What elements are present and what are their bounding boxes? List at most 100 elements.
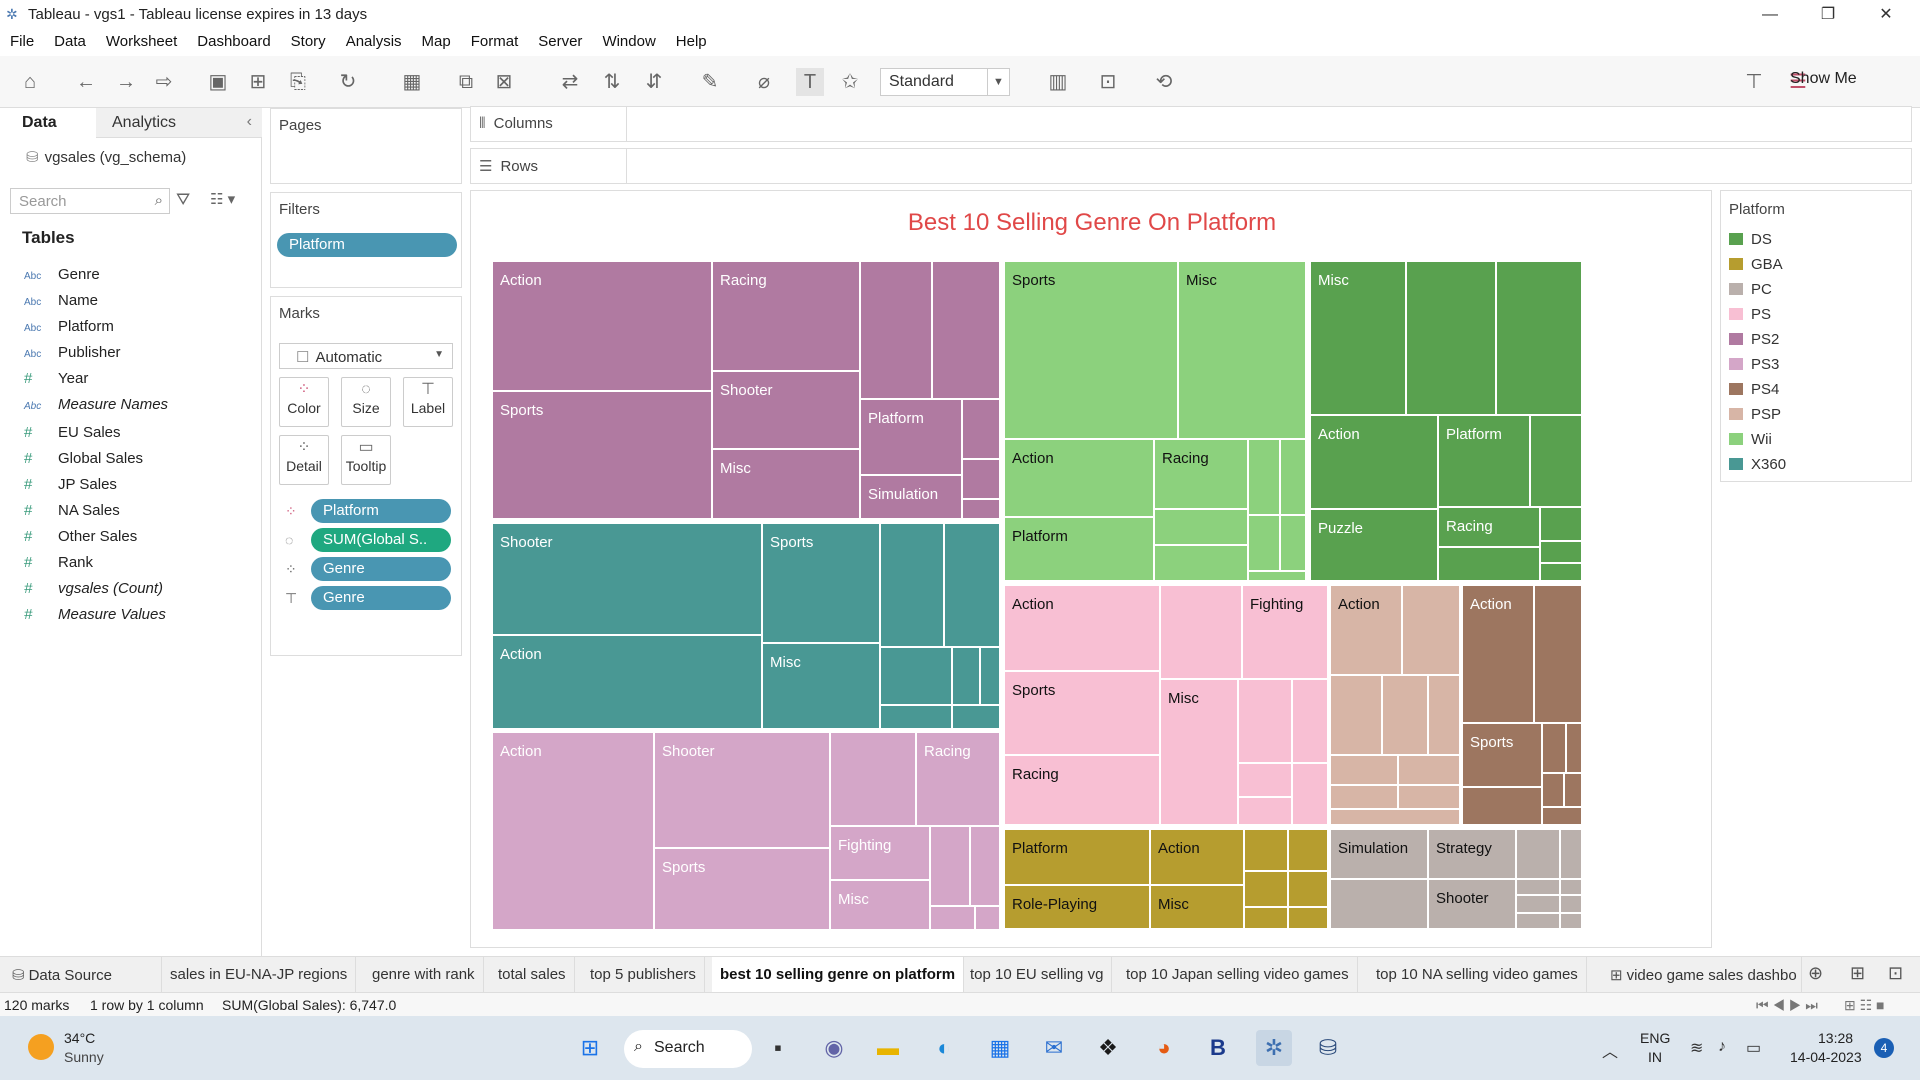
treemap-cell-psp[interactable] [1330,755,1398,785]
treemap-cell-ps3[interactable] [930,826,970,906]
tableau-icon[interactable]: ✲ [1256,1030,1292,1066]
treemap-cell-ds[interactable] [1540,507,1582,541]
menu-analysis[interactable]: Analysis [336,30,412,53]
treemap-cell-wii[interactable] [1280,439,1306,515]
sort-desc-icon[interactable]: ⇵ [640,68,668,96]
treemap-cell-psp[interactable]: Action [1330,585,1402,675]
lang-bottom[interactable]: IN [1648,1049,1662,1065]
save-icon[interactable]: ▣ [204,68,232,96]
field-item[interactable]: # Measure Values [24,606,166,623]
treemap-cell-ps2[interactable]: Shooter [712,371,860,449]
treemap-cell-ps2[interactable] [962,459,1000,499]
treemap-cell-pc[interactable] [1516,913,1560,929]
treemap-cell-ps[interactable] [1238,679,1292,763]
start-icon[interactable]: ⊞ [572,1030,608,1066]
legend-item[interactable]: Wii [1729,431,1772,448]
treemap-cell-ds[interactable] [1438,547,1540,581]
treemap-cell-ps[interactable]: Action [1004,585,1160,671]
treemap-cell-ps2[interactable] [962,399,1000,459]
treemap-cell-x360[interactable] [880,705,952,729]
treemap-cell-ps[interactable] [1238,797,1292,825]
show-cards-icon[interactable]: ▥ [1044,68,1072,96]
legend-item[interactable]: PS4 [1729,381,1779,398]
wifi-icon[interactable]: ≋ [1690,1038,1703,1058]
treemap-cell-ps4[interactable] [1542,773,1564,807]
field-item[interactable]: # JP Sales [24,476,117,493]
treemap-cell-ds[interactable]: Misc [1310,261,1406,415]
treemap-cell-gba[interactable]: Role-Playing [1004,885,1150,929]
app-b-icon[interactable]: B [1200,1030,1236,1066]
treemap-cell-ps[interactable]: Sports [1004,671,1160,755]
marks-pill-sum-global-sales[interactable]: SUM(Global S.. [311,528,451,552]
menu-story[interactable]: Story [281,30,336,53]
treemap-cell-ps4[interactable] [1564,773,1582,807]
treemap-cell-ps2[interactable] [860,261,932,399]
tab-data[interactable]: Data [0,108,96,138]
treemap-cell-psp[interactable] [1382,675,1428,755]
treemap-cell-wii[interactable] [1248,571,1306,581]
chevron-up-icon[interactable]: ︿ [1602,1038,1618,1062]
datasource-item[interactable]: ⛁ vgsales (vg_schema) [26,148,186,166]
treemap-cell-ps3[interactable] [830,732,916,826]
treemap-cell-x360[interactable] [880,647,952,705]
tab-sales-regions[interactable]: sales in EU-NA-JP regions [162,957,357,993]
field-item[interactable]: # Rank [24,554,93,571]
home-icon[interactable]: ⌂ [16,68,44,96]
treemap-cell-wii[interactable]: Sports [1004,261,1178,439]
treemap-cell-pc[interactable] [1516,879,1560,895]
treemap-cell-wii[interactable]: Action [1004,439,1154,517]
treemap-cell-ps3[interactable]: Sports [654,848,830,930]
treemap-cell-ps3[interactable]: Shooter [654,732,830,848]
tab-best10-genre[interactable]: best 10 selling genre on platform [712,957,965,993]
treemap-cell-gba[interactable] [1244,829,1288,871]
minimize-button[interactable]: — [1750,2,1790,28]
field-item[interactable]: # EU Sales [24,424,121,441]
legend-item[interactable]: X360 [1729,456,1786,473]
sql-icon[interactable]: ⛁ [1310,1030,1346,1066]
treemap-cell-gba[interactable] [1244,907,1288,929]
treemap-cell-ps4[interactable] [1462,787,1542,825]
teams-icon[interactable]: ◉ [816,1030,852,1066]
view-options-icon[interactable]: ☷ ▾ [210,190,235,208]
treemap-cell-wii[interactable]: Platform [1004,517,1154,581]
back-icon[interactable]: ← [72,68,100,96]
marks-pill-genre-detail[interactable]: Genre [311,557,451,581]
treemap-cell-psp[interactable] [1398,755,1460,785]
treemap-cell-gba[interactable] [1288,871,1328,907]
menu-map[interactable]: Map [412,30,461,53]
treemap-cell-ps4[interactable] [1566,723,1582,773]
field-item[interactable]: # Global Sales [24,450,143,467]
field-item[interactable]: # NA Sales [24,502,120,519]
notification-badge[interactable]: 4 [1874,1038,1894,1058]
treemap-cell-psp[interactable] [1402,585,1460,675]
tab-dashboard[interactable]: ⊞ video game sales dashbo [1602,957,1802,993]
highlight-icon[interactable]: ✎ [696,68,724,96]
treemap-cell-wii[interactable] [1154,509,1248,545]
treemap-cell-ds[interactable] [1530,415,1582,507]
weather-label[interactable]: Sunny [64,1049,104,1065]
treemap-cell-x360[interactable]: Shooter [492,523,762,635]
treemap-cell-ds[interactable]: Platform [1438,415,1530,507]
treemap-cell-ps4[interactable]: Sports [1462,723,1542,787]
field-item[interactable]: # Other Sales [24,528,137,545]
treemap-cell-pc[interactable]: Strategy [1428,829,1516,879]
tab-genre-rank[interactable]: genre with rank [364,957,484,993]
sort-asc-icon[interactable]: ⇅ [598,68,626,96]
treemap-cell-x360[interactable] [944,523,1000,647]
viz-canvas[interactable]: Best 10 Selling Genre On Platform Action… [470,190,1712,948]
treemap-cell-psp[interactable] [1398,785,1460,809]
firefox-icon[interactable]: ◕ [1146,1030,1182,1066]
treemap-cell-ds[interactable]: Racing [1438,507,1540,547]
legend-item[interactable]: PS3 [1729,356,1779,373]
treemap-cell-gba[interactable]: Action [1150,829,1244,885]
marks-pill-platform[interactable]: Platform [311,499,451,523]
treemap-cell-pc[interactable] [1516,895,1560,913]
treemap-cell-wii[interactable] [1248,439,1280,515]
view-toggle-icon[interactable]: ⊞ ☷ ■ [1844,997,1885,1014]
legend-item[interactable]: PS2 [1729,331,1779,348]
treemap-cell-ds[interactable]: Puzzle [1310,509,1438,581]
show-me-button[interactable]: Show Me [1790,70,1857,88]
legend-item[interactable]: PSP [1729,406,1781,423]
new-worksheet-icon[interactable]: ⊕ [1808,963,1823,984]
menu-data[interactable]: Data [44,30,96,53]
